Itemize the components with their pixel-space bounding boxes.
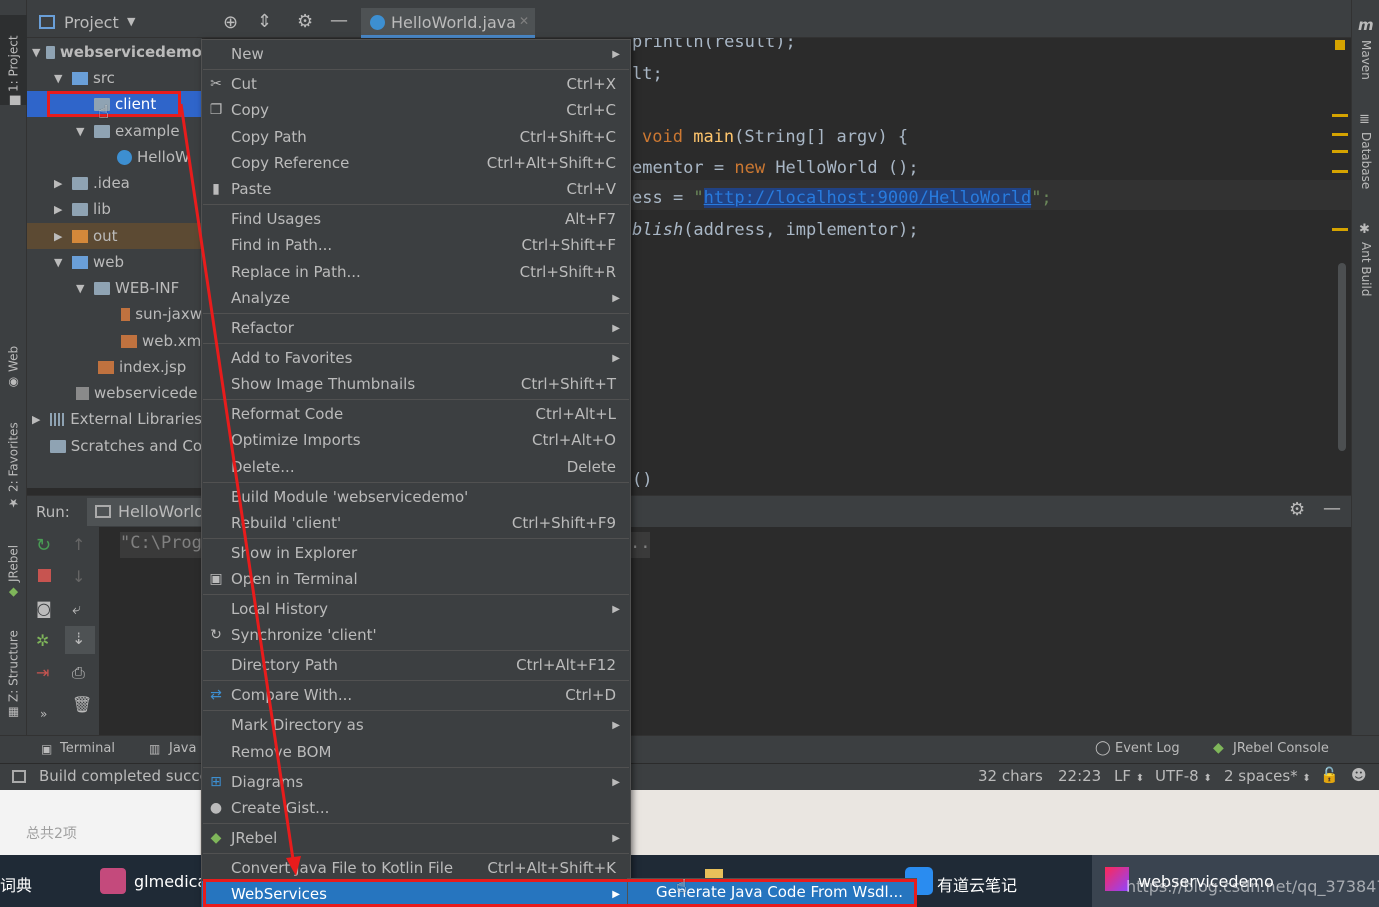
arrow-line [179,103,296,867]
hand-cursor-icon: ☝ [676,876,687,897]
arrow-head [286,856,301,876]
annotation-arrow [179,103,301,876]
hand-cursor-icon: ☝ [98,102,109,123]
